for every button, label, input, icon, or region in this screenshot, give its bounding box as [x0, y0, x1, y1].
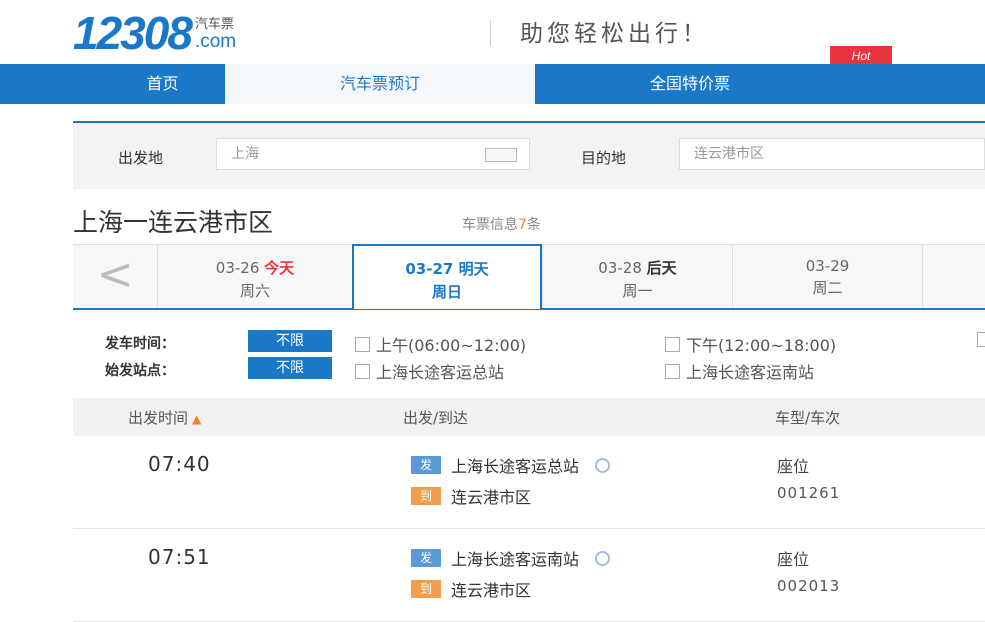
date-tab-0329[interactable]: 03-29 周二 [732, 245, 922, 308]
bus-number: 002013 [777, 577, 841, 595]
site-logo[interactable]: 12308 汽车票 .com [73, 7, 237, 59]
chevron-left-icon[interactable]: < [73, 245, 157, 308]
departure-time: 07:51 [148, 545, 211, 569]
table-row[interactable]: 07:51 发 上海长途客运南站 到 连云港市区 座位 002013 [73, 529, 985, 622]
location-icon[interactable] [595, 457, 611, 473]
logo-domain: .com [194, 31, 237, 52]
logo-wordmark: 12308 [73, 7, 193, 59]
col-bus-type: 车型/车次 [775, 409, 841, 427]
departure-badge: 发 [411, 456, 441, 474]
arrival-station: 到 连云港市区 [411, 484, 531, 508]
to-input[interactable]: 连云港市区 [679, 138, 985, 170]
from-value: 上海 [231, 146, 259, 162]
origin-station-label: 始发站点： [105, 363, 175, 379]
hot-badge: Hot [830, 46, 892, 66]
bus-type: 座位 [777, 457, 810, 476]
departure-time-label: 发车时间： [105, 336, 175, 352]
location-icon[interactable] [595, 550, 611, 566]
ticket-count: 车票信息7条 [462, 217, 541, 233]
departure-station: 发 上海长途客运南站 [411, 546, 611, 570]
slogan: 助您轻松出行！ [520, 21, 709, 47]
date-tab-0326[interactable]: 03-26 今天 周六 [157, 245, 352, 308]
nav-item-bus-booking[interactable]: 汽车票预订 [225, 64, 535, 104]
date-tabs: < 03-26 今天 周六 03-27 明天 周日 03-28 后天 周一 03… [73, 244, 985, 310]
calendar-icon[interactable] [485, 148, 517, 162]
time-option-morning[interactable]: 上午(06:00~12:00) [355, 332, 526, 356]
time-option-afternoon[interactable]: 下午(12:00~18:00) [665, 332, 836, 356]
today-tag: 今天 [264, 259, 295, 277]
bus-type: 座位 [777, 550, 810, 569]
arrival-badge: 到 [411, 580, 441, 598]
station-option-south[interactable]: 上海长途客运南站 [665, 359, 814, 383]
departure-time: 07:40 [148, 452, 211, 476]
date-tab-0328[interactable]: 03-28 后天 周一 [542, 245, 732, 308]
bus-number: 001261 [777, 484, 841, 502]
sort-icon[interactable]: ▲ [192, 412, 201, 426]
date-tab-next[interactable] [922, 245, 985, 308]
checkbox-icon[interactable] [977, 332, 985, 347]
nav-item-special-fares[interactable]: 全国特价票 [535, 64, 845, 104]
route-title: 上海一连云港市区 [73, 208, 274, 237]
logo-subtitle: 汽车票 [194, 17, 234, 32]
departure-badge: 发 [411, 549, 441, 567]
arrival-station: 到 连云港市区 [411, 577, 531, 601]
col-departure-time[interactable]: 出发时间 ▲ [128, 407, 201, 428]
arrival-badge: 到 [411, 487, 441, 505]
checkbox-icon[interactable] [355, 336, 370, 352]
filter-departure-time: 发车时间： 不限 上午(06:00~12:00) 下午(12:00~18:00) [105, 330, 985, 356]
checkbox-icon[interactable] [355, 363, 370, 379]
header-divider [490, 20, 491, 46]
to-value: 连云港市区 [694, 146, 764, 162]
station-option-main[interactable]: 上海长途客运总站 [355, 359, 504, 383]
filter-origin-station: 始发站点： 不限 上海长途客运总站 上海长途客运南站 [105, 357, 985, 383]
main-nav: 首页 汽车票预订 全国特价票 [0, 64, 985, 104]
time-unlimited-button[interactable]: 不限 [248, 330, 332, 352]
ticket-count-number: 7 [518, 217, 527, 233]
from-input[interactable]: 上海 [216, 138, 530, 170]
date-tab-0327[interactable]: 03-27 明天 周日 [352, 244, 542, 309]
checkbox-icon[interactable] [665, 363, 680, 379]
time-option-more[interactable] [977, 332, 985, 347]
from-label: 出发地 [118, 149, 164, 167]
station-unlimited-button[interactable]: 不限 [248, 357, 332, 379]
nav-item-home[interactable]: 首页 [100, 64, 225, 104]
search-panel: 出发地 上海 目的地 连云港市区 [73, 121, 985, 189]
col-route: 出发/到达 [403, 409, 469, 427]
table-row[interactable]: 07:40 发 上海长途客运总站 到 连云港市区 座位 001261 [73, 436, 985, 529]
to-label: 目的地 [581, 149, 627, 167]
results-table-header: 出发时间 ▲ 出发/到达 车型/车次 [73, 398, 985, 436]
departure-station: 发 上海长途客运总站 [411, 453, 611, 477]
checkbox-icon[interactable] [665, 336, 680, 352]
